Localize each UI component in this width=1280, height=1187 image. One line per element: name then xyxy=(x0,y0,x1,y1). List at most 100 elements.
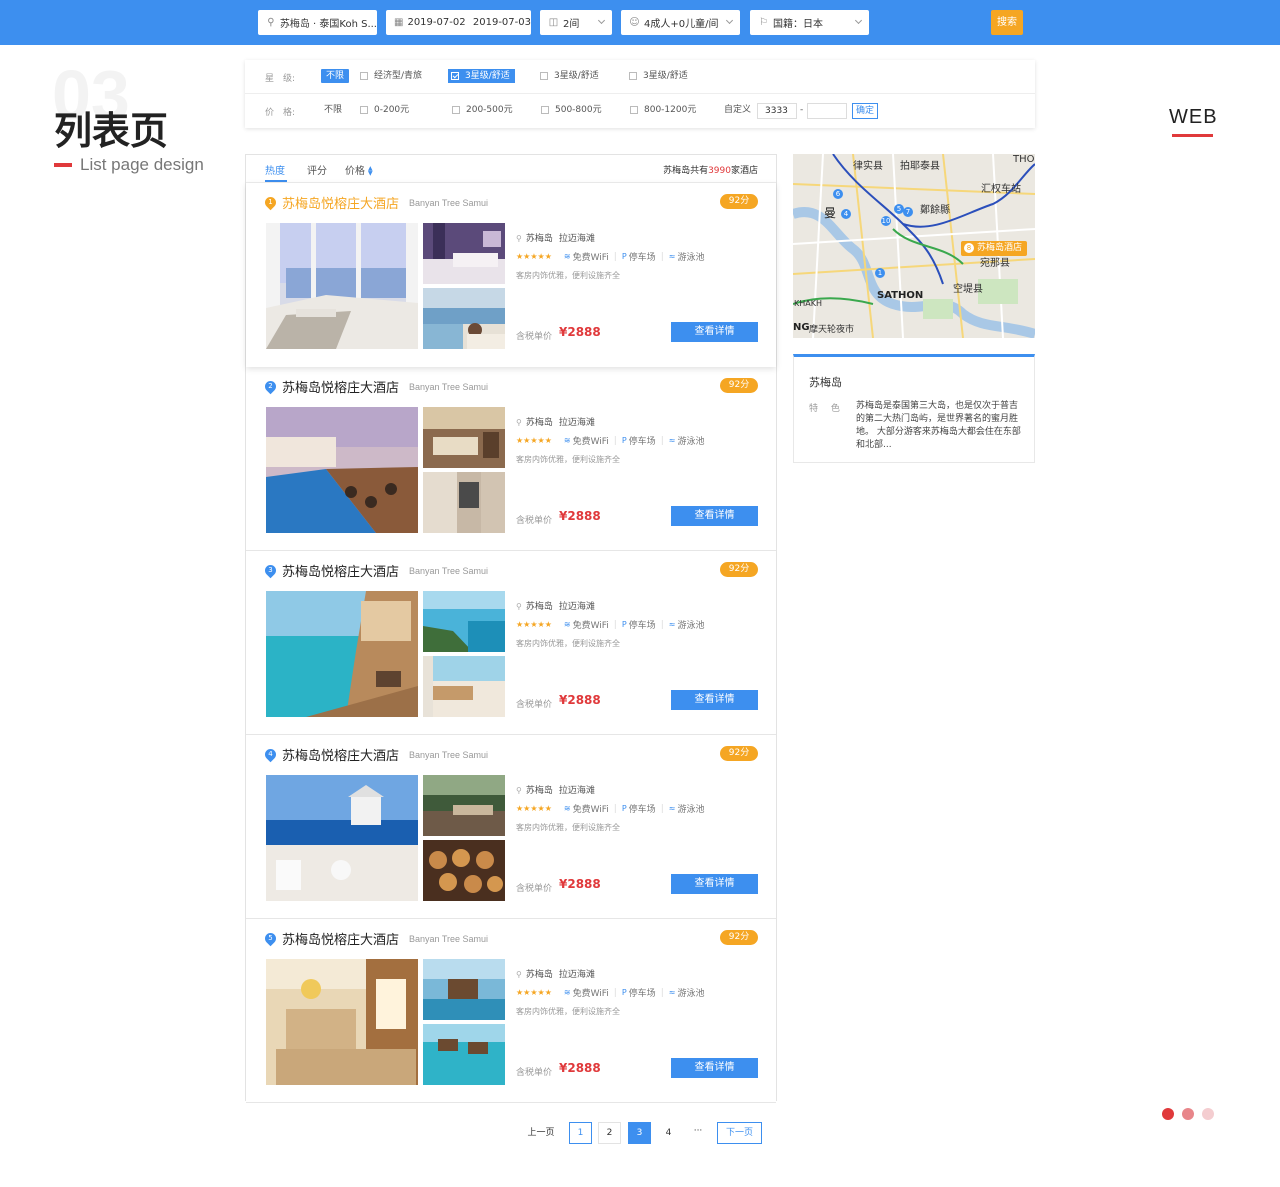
date-range-field[interactable]: ▦ 2019-07-02 2019-07-03 xyxy=(386,10,531,35)
star-option-budget[interactable]: 经济型/青旅 xyxy=(360,69,422,83)
hotel-card[interactable]: 4 苏梅岛悦榕庄大酒店 Banyan Tree Samui 92分 ⚲ 苏梅岛 拉迈… xyxy=(246,735,776,919)
amenity-wifi: 免费WiFi xyxy=(572,253,609,263)
location-name: 苏梅岛 xyxy=(525,970,553,980)
price-option-500-800[interactable]: 500-800元 xyxy=(541,103,602,117)
parking-icon: P xyxy=(621,804,627,813)
map-label: 律实县 xyxy=(853,161,883,172)
pool-icon: ≈ xyxy=(668,252,676,261)
platform-accent-bar xyxy=(1172,134,1213,137)
map-marker[interactable]: 4 xyxy=(841,209,851,219)
map-marker[interactable]: 6 xyxy=(833,189,843,199)
hotel-photo-main[interactable] xyxy=(266,775,418,901)
checkbox-icon xyxy=(360,106,368,114)
hotel-photo-room[interactable] xyxy=(423,223,505,284)
map-marker[interactable]: 1 xyxy=(875,268,885,278)
price-option-any[interactable]: 不限 xyxy=(324,103,342,117)
price-option-200-500[interactable]: 200-500元 xyxy=(452,103,513,117)
star-option-3star-b[interactable]: 3星级/舒适 xyxy=(540,69,599,83)
guests-select[interactable]: ☺ 4成人+0儿童/间 xyxy=(621,10,740,35)
parking-icon: P xyxy=(621,988,627,997)
hotel-photo-main[interactable] xyxy=(266,223,418,349)
hotel-name[interactable]: 苏梅岛悦榕庄大酒店 xyxy=(282,561,399,580)
price-min-input[interactable]: 3333 xyxy=(757,103,797,119)
map-marker[interactable]: 10 xyxy=(881,216,891,226)
amenity-divider: | xyxy=(660,435,664,446)
star-option-3star-c[interactable]: 3星级/舒适 xyxy=(629,69,688,83)
hotel-name[interactable]: 苏梅岛悦榕庄大酒店 xyxy=(282,745,399,764)
hotel-photo-terrace[interactable] xyxy=(423,775,505,836)
price-option-label: 800-1200元 xyxy=(644,105,697,115)
price-option-0-200[interactable]: 0-200元 xyxy=(360,103,409,117)
platform-label: WEB xyxy=(1169,106,1218,128)
sort-tab-price[interactable]: 价格 ▲ ▼ xyxy=(345,162,373,178)
wifi-icon: ≋ xyxy=(563,620,571,629)
parking-icon: P xyxy=(621,252,627,261)
star-option-any[interactable]: 不限 xyxy=(321,69,350,83)
sort-tab-popularity[interactable]: 热度 xyxy=(265,162,285,177)
amenity-divider: | xyxy=(613,987,617,998)
hotel-photo-sea[interactable] xyxy=(423,591,505,652)
page-title: 列表页 xyxy=(54,109,169,153)
map-label: NG xyxy=(793,322,810,333)
hotel-photo-pool[interactable] xyxy=(423,288,505,349)
sort-arrows-icon: ▲ ▼ xyxy=(368,165,373,177)
hotel-card[interactable]: 2 苏梅岛悦榕庄大酒店 Banyan Tree Samui 92分 ⚲ 苏梅岛 拉迈… xyxy=(246,367,776,551)
hotel-name[interactable]: 苏梅岛悦榕庄大酒店 xyxy=(282,377,399,396)
map-hotel-marker[interactable]: 8 苏梅岛酒店 xyxy=(961,241,1028,256)
map-label: KHAKH xyxy=(794,299,822,308)
map-view[interactable]: 律实县 拍耶泰县 THO 汇权车站 曼 鄭餘縣 宛那县 SATHON 空堤县 K… xyxy=(793,154,1035,338)
view-details-button[interactable]: 查看详情 xyxy=(671,690,758,710)
carousel-dot[interactable] xyxy=(1182,1108,1194,1120)
wifi-icon: ≋ xyxy=(563,436,571,445)
nationality-select[interactable]: ⚐ 国籍：日本 xyxy=(750,10,869,35)
price-label: 含税单价 xyxy=(516,700,553,710)
price-range-dash: - xyxy=(800,105,804,115)
rating-badge: 92分 xyxy=(720,562,758,577)
hotel-card[interactable]: 1 苏梅岛悦榕庄大酒店 Banyan Tree Samui 92分 ⚲ 苏梅岛 拉迈… xyxy=(246,183,776,367)
page-button[interactable]: 4 xyxy=(657,1122,680,1144)
map-marker[interactable]: 7 xyxy=(903,207,913,217)
hotel-photo-lagoon[interactable] xyxy=(423,1024,505,1085)
price-confirm-button[interactable]: 确定 xyxy=(852,103,878,119)
map-label: 空堤县 xyxy=(953,284,983,295)
hotel-name[interactable]: 苏梅岛悦榕庄大酒店 xyxy=(282,193,399,212)
location-name: 苏梅岛 xyxy=(525,602,553,612)
hotel-photo-main[interactable] xyxy=(266,407,418,533)
search-button[interactable]: 搜索 xyxy=(991,10,1023,35)
feature-label: 特 色 xyxy=(809,404,845,414)
hotel-card[interactable]: 5 苏梅岛悦榕庄大酒店 Banyan Tree Samui 92分 ⚲ 苏梅岛 拉迈… xyxy=(246,919,776,1103)
prev-page-button[interactable]: 上一页 xyxy=(519,1122,563,1144)
rooms-select[interactable]: ◫ 2间 xyxy=(540,10,612,35)
hotel-photo-villa[interactable] xyxy=(423,959,505,1020)
price-max-input[interactable] xyxy=(807,103,847,119)
destination-info-panel: 苏梅岛 特 色 苏梅岛是泰国第三大岛，也是仅次于普吉的第二大热门岛屿，是世界著名… xyxy=(793,354,1035,463)
destination-field[interactable]: ⚲ 苏梅岛 · 泰国Koh S... xyxy=(258,10,377,35)
view-details-button[interactable]: 查看详情 xyxy=(671,506,758,526)
hotel-card[interactable]: 3 苏梅岛悦榕庄大酒店 Banyan Tree Samui 92分 ⚲ 苏梅岛 拉迈… xyxy=(246,551,776,735)
view-details-button[interactable]: 查看详情 xyxy=(671,874,758,894)
rank-number: 2 xyxy=(268,382,273,390)
hotel-name-en: Banyan Tree Samui xyxy=(409,934,489,944)
view-details-button[interactable]: 查看详情 xyxy=(671,322,758,342)
hotel-photo-food[interactable] xyxy=(423,840,505,901)
amenity-wifi: 免费WiFi xyxy=(572,437,609,447)
hotel-photo-main[interactable] xyxy=(266,591,418,717)
hotel-price: ¥2888 xyxy=(559,325,601,339)
view-details-button[interactable]: 查看详情 xyxy=(671,1058,758,1078)
page-ellipsis: ··· xyxy=(686,1122,710,1144)
hotel-photo-deck[interactable] xyxy=(423,656,505,717)
page-button[interactable]: 1 xyxy=(569,1122,592,1144)
page-button-current[interactable]: 3 xyxy=(628,1122,651,1144)
carousel-dot[interactable] xyxy=(1202,1108,1214,1120)
hotel-name[interactable]: 苏梅岛悦榕庄大酒店 xyxy=(282,929,399,948)
hotel-photo-main[interactable] xyxy=(266,959,418,1085)
hotel-photo-entrance[interactable] xyxy=(423,472,505,533)
hotel-photo-room[interactable] xyxy=(423,407,505,468)
next-page-button[interactable]: 下一页 xyxy=(717,1122,762,1144)
sort-tab-rating[interactable]: 评分 xyxy=(307,162,327,177)
amenity-divider: | xyxy=(613,803,617,814)
carousel-dot[interactable] xyxy=(1162,1108,1174,1120)
star-option-3star[interactable]: 3星级/舒适 xyxy=(448,69,515,83)
price-option-800-1200[interactable]: 800-1200元 xyxy=(630,103,696,117)
page-button[interactable]: 2 xyxy=(598,1122,621,1144)
